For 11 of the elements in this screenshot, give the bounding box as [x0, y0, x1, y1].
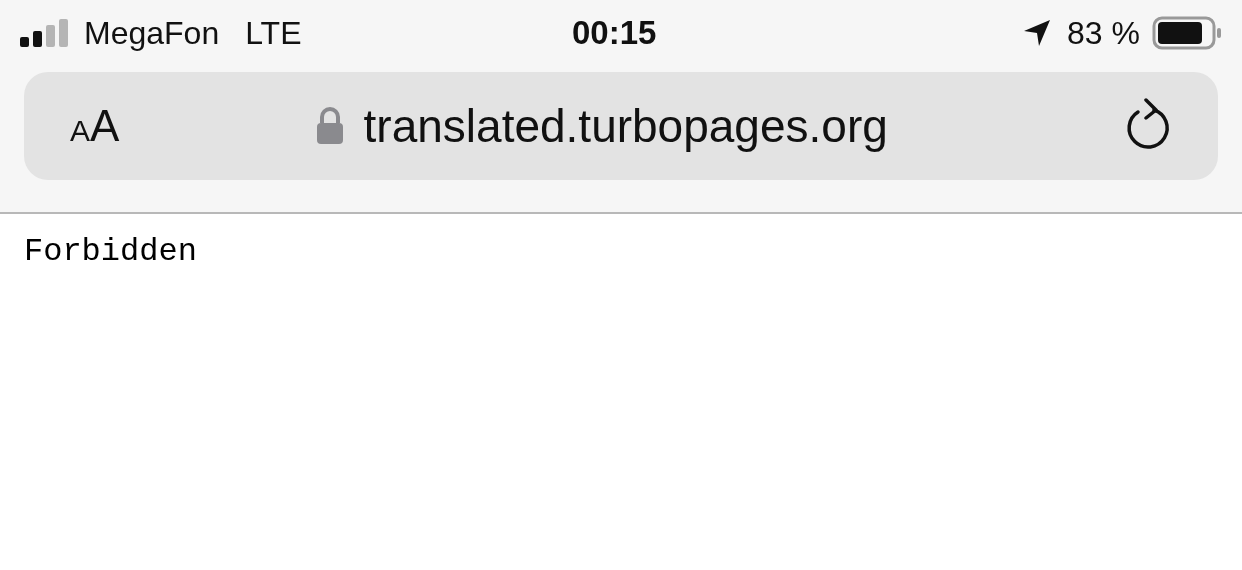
battery-icon: [1152, 16, 1222, 50]
page-text: Forbidden: [23, 232, 198, 272]
battery-percentage: 83 %: [1067, 14, 1140, 53]
text-size-button[interactable]: AA: [70, 93, 120, 159]
clock: 00:15: [572, 13, 657, 54]
carrier-name: MegaFon: [84, 14, 220, 53]
url-text: translated.turbopages.org: [363, 98, 888, 154]
lock-icon: [315, 107, 344, 145]
location-arrow-icon: [1023, 19, 1052, 47]
address-bar[interactable]: AA translated.turbopages.org: [24, 72, 1218, 180]
network-type: LTE: [245, 14, 302, 53]
